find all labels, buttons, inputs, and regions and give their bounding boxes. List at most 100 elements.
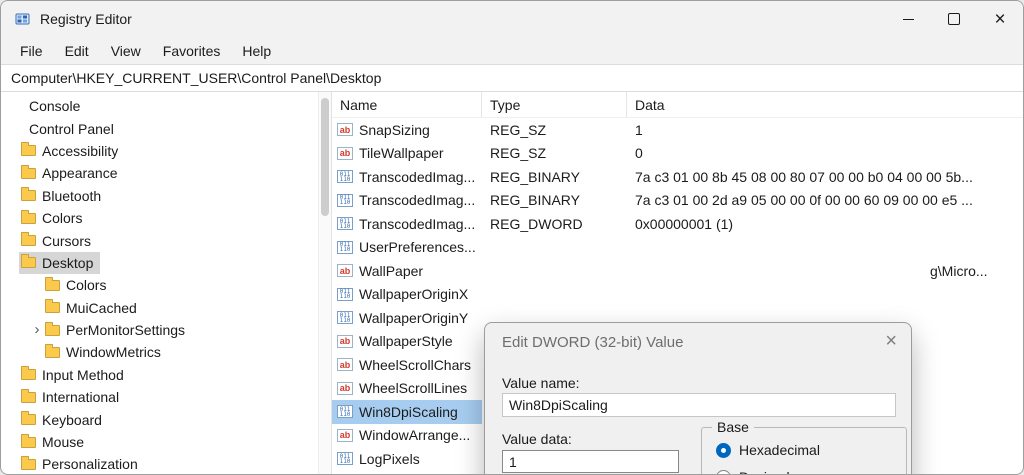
- maximize-button[interactable]: [931, 1, 977, 37]
- value-data: 0x00000001 (1): [627, 216, 1023, 232]
- value-type: REG_SZ: [482, 122, 627, 138]
- value-data: g\Micro...: [627, 263, 1023, 279]
- tree-scrollbar-thumb[interactable]: [321, 98, 329, 216]
- tree-item-label: Mouse: [42, 434, 84, 450]
- value-name: WallpaperStyle: [359, 333, 453, 349]
- tree-item-colors[interactable]: Colors: [43, 274, 113, 296]
- binary-icon: [337, 170, 353, 183]
- hexadecimal-radio[interactable]: Hexadecimal: [716, 442, 820, 458]
- registry-value-row[interactable]: UserPreferences...: [332, 236, 1023, 260]
- tree-item-accessibility[interactable]: Accessibility: [19, 140, 125, 162]
- main-split: Console Control PanelAccessibility Appeara…: [1, 92, 1023, 475]
- minimize-icon: [903, 19, 914, 20]
- registry-value-row[interactable]: TranscodedImag...REG_BINARY7a c3 01 00 2…: [332, 189, 1023, 213]
- binary-icon: [337, 311, 353, 324]
- base-group-label: Base: [712, 419, 754, 435]
- registry-value-row[interactable]: TranscodedImag...REG_DWORD0x00000001 (1): [332, 212, 1023, 236]
- tree-item-label: Keyboard: [42, 412, 102, 428]
- dialog-title: Edit DWORD (32-bit) Value: [502, 334, 683, 351]
- tree-item-input-method[interactable]: Input Method: [19, 364, 131, 386]
- list-header: Name Type Data: [332, 92, 1023, 118]
- value-data-label: Value data:: [502, 431, 572, 447]
- close-button[interactable]: ×: [977, 1, 1023, 37]
- radio-unselected-icon: [716, 470, 731, 475]
- string-icon: [337, 358, 353, 371]
- column-header-name[interactable]: Name: [332, 92, 482, 117]
- minimize-button[interactable]: [885, 1, 931, 37]
- value-name: WheelScrollLines: [359, 380, 467, 396]
- address-input[interactable]: [1, 70, 1023, 86]
- tree-item-permonitorsettings[interactable]: › PerMonitorSettings: [27, 319, 192, 341]
- registry-value-row[interactable]: TileWallpaperREG_SZ0: [332, 142, 1023, 166]
- tree-item-label: Personalization: [42, 456, 138, 472]
- tree-item-windowmetrics[interactable]: WindowMetrics: [43, 341, 168, 363]
- folder-icon: [45, 325, 60, 336]
- tree-item-muicached[interactable]: MuiCached: [43, 297, 144, 319]
- decimal-radio[interactable]: Decimal: [716, 469, 790, 475]
- tree-item-label: PerMonitorSettings: [66, 322, 185, 338]
- column-header-data[interactable]: Data: [627, 92, 1023, 117]
- chevron-right-icon[interactable]: ›: [29, 323, 45, 337]
- tree-item-appearance[interactable]: Appearance: [19, 162, 125, 184]
- value-type: REG_BINARY: [482, 192, 627, 208]
- column-header-type[interactable]: Type: [482, 92, 627, 117]
- tree-item-mouse[interactable]: Mouse: [19, 431, 91, 453]
- tree-item-label: Cursors: [42, 233, 91, 249]
- value-name: Win8DpiScaling: [359, 404, 458, 420]
- value-data: 0: [627, 145, 1023, 161]
- value-name: WheelScrollChars: [359, 357, 471, 373]
- tree-item-international[interactable]: International: [19, 386, 126, 408]
- value-name: WallpaperOriginX: [359, 286, 468, 302]
- menu-help[interactable]: Help: [231, 37, 282, 64]
- tree-item-label: Appearance: [42, 165, 118, 181]
- edit-dword-dialog: Edit DWORD (32-bit) Value × Value name: …: [484, 322, 912, 475]
- value-name: WindowArrange...: [359, 427, 470, 443]
- value-name: WallpaperOriginY: [359, 310, 468, 326]
- tree-item-label: MuiCached: [66, 300, 137, 316]
- decimal-radio-label: Decimal: [739, 469, 790, 475]
- folder-icon: [45, 347, 60, 358]
- registry-value-row[interactable]: SnapSizingREG_SZ1: [332, 118, 1023, 142]
- value-name-input[interactable]: [502, 393, 896, 417]
- folder-icon: [21, 213, 36, 224]
- tree-item-console[interactable]: Console: [27, 95, 87, 117]
- registry-value-row[interactable]: WallpaperOriginX: [332, 283, 1023, 307]
- value-name: UserPreferences...: [359, 239, 476, 255]
- tree-item-desktop[interactable]: Desktop: [19, 252, 100, 274]
- tree-item-keyboard[interactable]: Keyboard: [19, 408, 109, 430]
- tree-item-label: Console: [29, 98, 80, 114]
- menu-edit[interactable]: Edit: [54, 37, 100, 64]
- caption-buttons: ×: [885, 1, 1023, 37]
- value-name-label: Value name:: [502, 375, 580, 391]
- tree-item-cursors[interactable]: Cursors: [19, 229, 98, 251]
- radio-selected-icon: [716, 443, 731, 458]
- tree-pane: Console Control PanelAccessibility Appeara…: [1, 92, 318, 475]
- address-bar: [1, 64, 1023, 92]
- folder-icon: [21, 235, 36, 246]
- menu-view[interactable]: View: [100, 37, 152, 64]
- folder-icon: [21, 437, 36, 448]
- tree-item-control-panel[interactable]: Control Panel: [27, 117, 121, 139]
- folder-icon: [45, 280, 60, 291]
- tree-items: Console Control PanelAccessibility Appeara…: [1, 95, 318, 475]
- tree-scrollbar[interactable]: [318, 92, 332, 475]
- value-name: LogPixels: [359, 451, 420, 467]
- close-icon: ×: [994, 10, 1005, 29]
- registry-value-row[interactable]: WallPaperg\Micro...: [332, 259, 1023, 283]
- string-icon: [337, 335, 353, 348]
- tree-item-personalization[interactable]: Personalization: [19, 453, 145, 475]
- registry-editor-window: Registry Editor × File Edit View Favorit…: [0, 0, 1024, 475]
- tree-item-bluetooth[interactable]: Bluetooth: [19, 185, 108, 207]
- folder-icon: [21, 414, 36, 425]
- hexadecimal-radio-label: Hexadecimal: [739, 442, 820, 458]
- titlebar: Registry Editor ×: [1, 1, 1023, 37]
- dialog-close-icon[interactable]: ×: [885, 329, 897, 353]
- value-data-input[interactable]: [502, 450, 679, 473]
- menu-favorites[interactable]: Favorites: [152, 37, 232, 64]
- menu-file[interactable]: File: [9, 37, 54, 64]
- string-icon: [337, 123, 353, 136]
- maximize-icon: [948, 13, 960, 25]
- value-name: TranscodedImag...: [359, 169, 475, 185]
- tree-item-colors[interactable]: Colors: [19, 207, 89, 229]
- registry-value-row[interactable]: TranscodedImag...REG_BINARY7a c3 01 00 8…: [332, 165, 1023, 189]
